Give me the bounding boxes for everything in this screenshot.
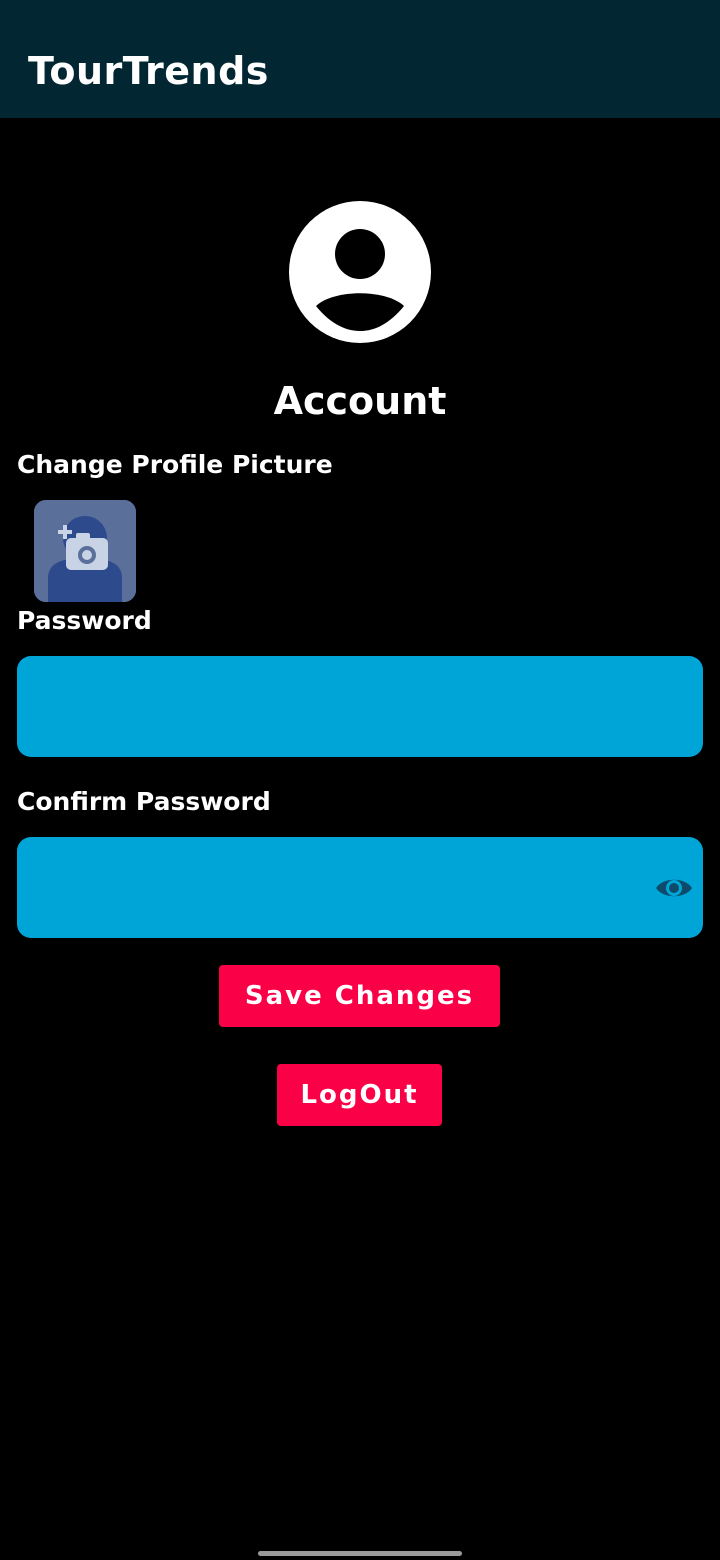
- password-label: Password: [17, 606, 152, 635]
- logout-button[interactable]: LogOut: [277, 1064, 442, 1126]
- password-field[interactable]: [17, 656, 703, 757]
- app-bar: TourTrends: [0, 0, 720, 118]
- account-circle-icon: [289, 201, 431, 343]
- confirm-password-label: Confirm Password: [17, 787, 271, 816]
- gesture-navigation-bar: [258, 1551, 462, 1556]
- app-title: TourTrends: [28, 49, 269, 93]
- save-changes-button[interactable]: Save Changes: [219, 965, 500, 1027]
- status-bar: [0, 0, 720, 20]
- page-title: Account: [273, 379, 447, 423]
- confirm-password-field[interactable]: [17, 837, 703, 938]
- change-picture-label: Change Profile Picture: [17, 450, 333, 479]
- add-photo-icon: [34, 500, 136, 602]
- profile-picture-picker[interactable]: [34, 500, 136, 602]
- eye-icon[interactable]: [654, 872, 694, 904]
